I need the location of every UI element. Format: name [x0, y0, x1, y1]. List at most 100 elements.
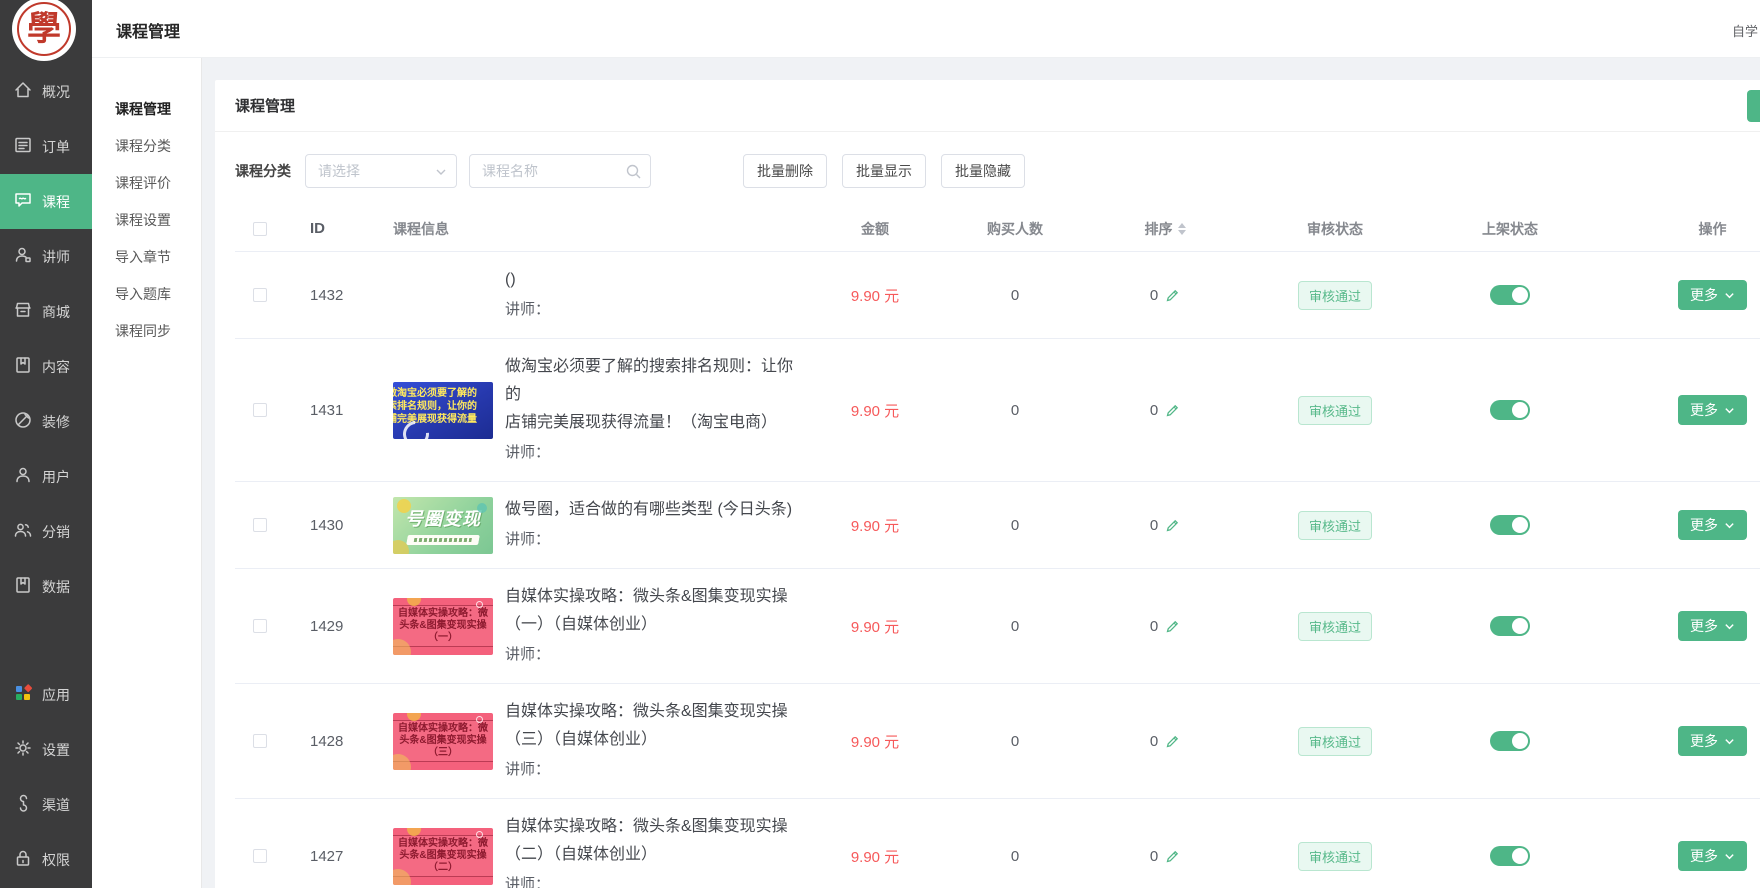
course-id: 1430: [310, 517, 343, 534]
sort-icon[interactable]: [1178, 223, 1186, 235]
audit-status-badge: 审核通过: [1298, 511, 1372, 540]
batch-delete-button[interactable]: 批量删除: [743, 154, 827, 188]
row-checkbox[interactable]: [253, 734, 267, 748]
sidebar-item-label: 订单: [42, 137, 70, 157]
audit-status-badge: 审核通过: [1298, 281, 1372, 310]
sidebar-item-label: 讲师: [42, 247, 70, 267]
sidebar-item-label: 数据: [42, 577, 70, 597]
row-checkbox[interactable]: [253, 518, 267, 532]
edit-pencil-icon[interactable]: [1165, 518, 1180, 533]
course-info: 自媒体实操攻略：微头条&图集变现实操（三）（自媒体创业） 讲师：: [505, 698, 788, 784]
sidebar-item-permission[interactable]: 权限: [0, 832, 92, 887]
listed-toggle[interactable]: [1490, 731, 1530, 751]
app-logo[interactable]: 學: [12, 0, 76, 61]
decorate-icon: [13, 410, 33, 433]
screen: 學 概况订单课程讲师商城内容装修用户分销数据应用设置渠道权限 课程管理 自学 课…: [0, 0, 1760, 888]
more-button[interactable]: 更多: [1678, 726, 1747, 756]
sidebar-item-label: 设置: [42, 740, 70, 760]
listed-toggle[interactable]: [1490, 846, 1530, 866]
submenu-item[interactable]: 课程同步: [92, 313, 201, 350]
course-price: 9.90 元: [851, 616, 899, 637]
sidebar-item-decorate[interactable]: 装修: [0, 394, 92, 449]
more-button[interactable]: 更多: [1678, 395, 1747, 425]
edit-pencil-icon[interactable]: [1165, 403, 1180, 418]
submenu-item[interactable]: 导入题库: [92, 276, 201, 313]
toggle-knob: [1512, 517, 1528, 533]
course-thumbnail: 自媒体实操攻略：微头条&图集变现实操（二）: [393, 828, 493, 885]
listed-toggle[interactable]: [1490, 616, 1530, 636]
sidebar-item-content[interactable]: 内容: [0, 339, 92, 394]
more-button[interactable]: 更多: [1678, 280, 1747, 310]
more-button[interactable]: 更多: [1678, 841, 1747, 871]
account-name[interactable]: 自学: [1732, 21, 1758, 40]
column-header[interactable]: 排序: [1145, 219, 1173, 239]
page-title: 课程管理: [116, 18, 180, 42]
course-thumbnail: 自媒体实操攻略：微头条&图集变现实操（一）: [393, 598, 493, 655]
sidebar-item-mall[interactable]: 商城: [0, 284, 92, 339]
card-header: 课程管理: [215, 80, 1760, 132]
sidebar-item-teacher[interactable]: 讲师: [0, 229, 92, 284]
sidebar-item-label: 渠道: [42, 795, 70, 815]
submenu-item[interactable]: 课程管理: [92, 91, 201, 128]
channel-icon: [13, 793, 33, 816]
row-checkbox[interactable]: [253, 288, 267, 302]
course-teacher-label: 讲师：: [505, 526, 792, 554]
table-row: 1432 () 讲师： 9.90 元 0 0 审核通过 更多: [235, 252, 1760, 339]
course-title: 做号圈，适合做的有哪些类型 (今日头条): [505, 496, 792, 524]
row-checkbox[interactable]: [253, 849, 267, 863]
batch-show-button[interactable]: 批量显示: [842, 154, 926, 188]
table-row: 1427 自媒体实操攻略：微头条&图集变现实操（二） 自媒体实操攻略：微头条&图…: [235, 799, 1760, 888]
batch-hide-button[interactable]: 批量隐藏: [941, 154, 1025, 188]
toggle-knob: [1512, 733, 1528, 749]
select-all-checkbox[interactable]: [253, 222, 267, 236]
listed-toggle[interactable]: [1490, 285, 1530, 305]
sidebar-item-channel[interactable]: 渠道: [0, 777, 92, 832]
edit-pencil-icon[interactable]: [1165, 619, 1180, 634]
sidebar-item-settings[interactable]: 设置: [0, 722, 92, 777]
category-select-placeholder: 请选择: [318, 161, 360, 181]
search-icon[interactable]: [625, 163, 642, 180]
table-row: 1430 号圈变现 做号圈，适合做的有哪些类型 (今日头条) 讲师： 9.90 …: [235, 482, 1760, 569]
chevron-down-icon: [435, 166, 447, 178]
submenu-item[interactable]: 导入章节: [92, 239, 201, 276]
audit-status-badge: 审核通过: [1298, 396, 1372, 425]
course-title-line: （一）（自媒体创业）: [505, 611, 788, 639]
category-select[interactable]: 请选择: [305, 154, 457, 188]
sidebar-item-user[interactable]: 用户: [0, 449, 92, 504]
sidebar-item-order[interactable]: 订单: [0, 119, 92, 174]
sidebar-item-apps[interactable]: 应用: [0, 667, 92, 722]
sidebar-item-home[interactable]: 概况: [0, 64, 92, 119]
course-title: (): [505, 266, 550, 294]
course-name-input[interactable]: [470, 155, 650, 187]
more-button[interactable]: 更多: [1678, 611, 1747, 641]
course-title: 自媒体实操攻略：微头条&图集变现实操（三）（自媒体创业）: [505, 698, 788, 754]
submenu-item[interactable]: 课程分类: [92, 128, 201, 165]
buyers-count: 0: [1011, 848, 1019, 865]
sidebar-item-course[interactable]: 课程: [0, 174, 92, 229]
submenu-item[interactable]: 课程设置: [92, 202, 201, 239]
toggle-knob: [1512, 848, 1528, 864]
sort-value: 0: [1150, 733, 1158, 750]
row-checkbox[interactable]: [253, 403, 267, 417]
sidebar-item-data[interactable]: 数据: [0, 559, 92, 614]
chevron-down-icon: [1724, 736, 1735, 747]
course-management-card: 课程管理 课程分类 请选择 批量删除 批量显示 批量隐藏 ID课程信息金额购买人…: [215, 80, 1760, 888]
thumb-subtitle-strip: [406, 535, 480, 545]
row-checkbox[interactable]: [253, 619, 267, 633]
column-header: 审核状态: [1307, 219, 1363, 239]
add-course-button[interactable]: [1747, 90, 1760, 122]
more-button[interactable]: 更多: [1678, 510, 1747, 540]
more-button-label: 更多: [1690, 731, 1718, 751]
edit-pencil-icon[interactable]: [1165, 849, 1180, 864]
edit-pencil-icon[interactable]: [1165, 288, 1180, 303]
course-title: 做淘宝必须要了解的搜索排名规则：让你的店铺完美展现获得流量！（淘宝电商）: [505, 353, 805, 437]
listed-toggle[interactable]: [1490, 400, 1530, 420]
toggle-knob: [1512, 618, 1528, 634]
course-thumbnail: 号圈变现: [393, 497, 493, 554]
category-filter-label: 课程分类: [235, 161, 291, 181]
submenu-item[interactable]: 课程评价: [92, 165, 201, 202]
course-thumbnail: 做淘宝必须要了解的索排名规则，让你的铺完美展现获得流量: [393, 382, 493, 439]
sidebar-item-distribution[interactable]: 分销: [0, 504, 92, 559]
listed-toggle[interactable]: [1490, 515, 1530, 535]
edit-pencil-icon[interactable]: [1165, 734, 1180, 749]
